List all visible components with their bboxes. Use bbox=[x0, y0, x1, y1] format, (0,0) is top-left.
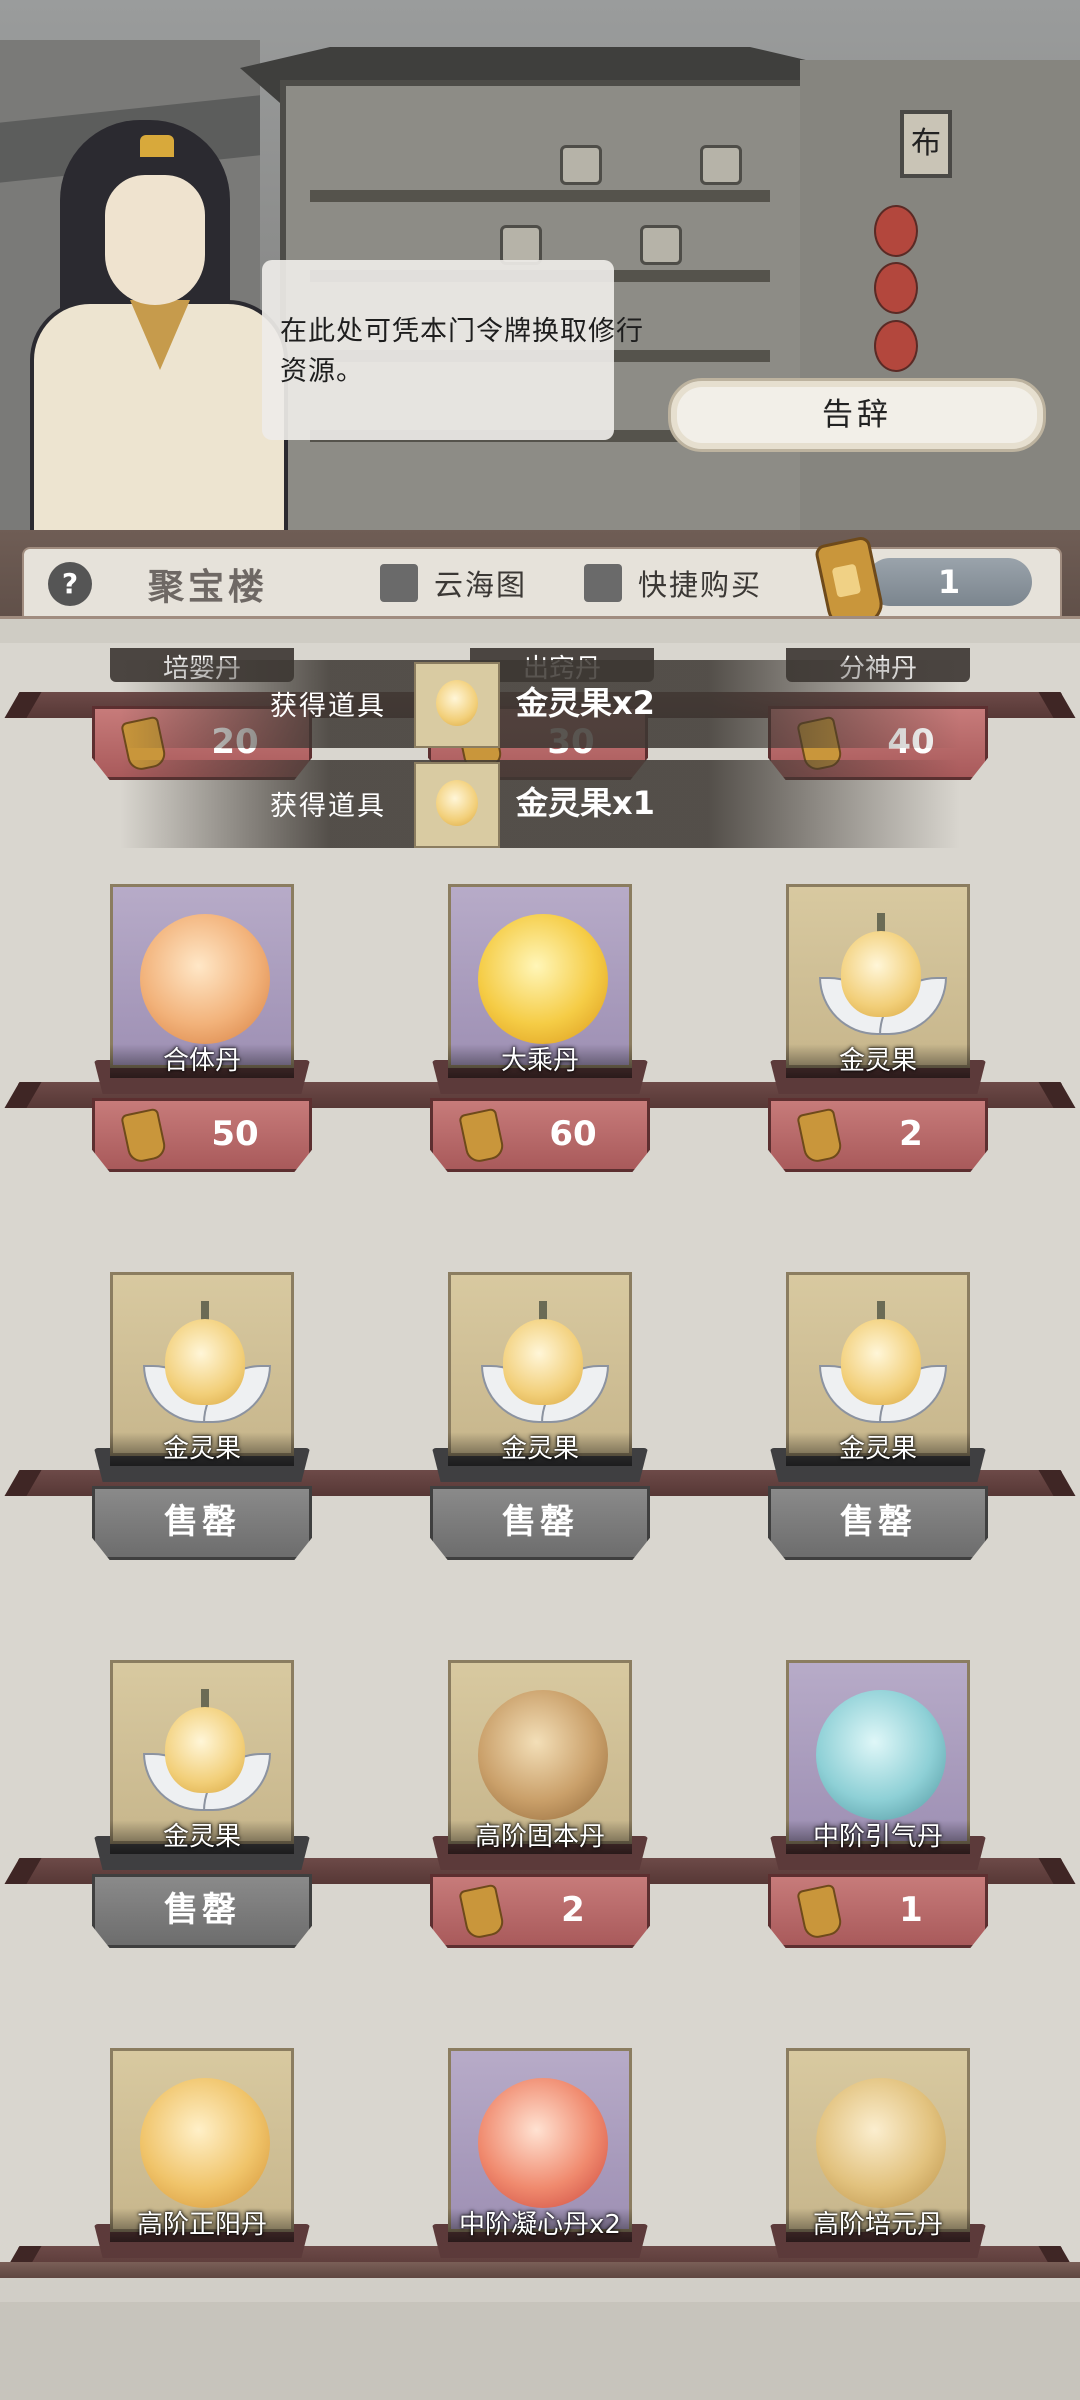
golden-fruit-icon bbox=[414, 762, 500, 848]
item-name: 金灵果 bbox=[786, 1432, 970, 1466]
item-card[interactable] bbox=[110, 884, 294, 1068]
question-icon[interactable]: ? bbox=[48, 562, 92, 606]
price-value: 60 bbox=[549, 1114, 597, 1154]
pill-orb-icon bbox=[140, 914, 270, 1044]
shop-item[interactable]: 金灵果 售罄 bbox=[430, 1272, 650, 1562]
toast-item: 金灵果x2 bbox=[516, 684, 655, 722]
item-name: 中阶引气丹 bbox=[786, 1820, 970, 1854]
item-name: 大乘丹 bbox=[448, 1044, 632, 1078]
item-card[interactable] bbox=[786, 1660, 970, 1844]
sold-out-badge: 售罄 bbox=[768, 1486, 988, 1560]
npc-character bbox=[10, 80, 288, 530]
toast-label: 获得道具 bbox=[270, 791, 386, 822]
token-icon bbox=[120, 1107, 168, 1165]
toast-item: 金灵果x1 bbox=[516, 784, 655, 822]
lantern-icon bbox=[874, 320, 918, 372]
leave-button[interactable]: 告辞 bbox=[668, 378, 1046, 452]
shelf-jar bbox=[700, 145, 742, 185]
bottom-frame bbox=[0, 2262, 1080, 2400]
sold-out-badge: 售罄 bbox=[92, 1486, 312, 1560]
sold-out-badge: 售罄 bbox=[430, 1486, 650, 1560]
shelf-jar bbox=[560, 145, 602, 185]
price-value: 2 bbox=[899, 1114, 923, 1154]
shop-scene: 布 在此处可凭本门令牌换取修行资源。 告辞 bbox=[0, 0, 1080, 530]
item-name: 高阶固本丹 bbox=[448, 1820, 632, 1854]
item-card[interactable] bbox=[786, 2048, 970, 2232]
dialog-text: 在此处可凭本门令牌换取修行资源。 bbox=[280, 316, 644, 387]
pill-orb-icon bbox=[816, 1690, 946, 1820]
pill-orb-icon bbox=[816, 2078, 946, 2208]
item-name: 高阶正阳丹 bbox=[110, 2208, 294, 2242]
shop-item[interactable]: 金灵果 售罄 bbox=[92, 1272, 312, 1562]
pill-orb-icon bbox=[478, 914, 608, 1044]
item-toast: 获得道具 金灵果x2 bbox=[120, 660, 960, 748]
price-button[interactable]: 50 bbox=[92, 1098, 312, 1172]
item-name: 合体丹 bbox=[110, 1044, 294, 1078]
token-icon bbox=[796, 1107, 844, 1165]
golden-fruit-icon bbox=[819, 1295, 947, 1435]
shop-item[interactable]: 金灵果 2 bbox=[768, 884, 988, 1174]
quick-buy-label[interactable]: 快捷购买 bbox=[638, 562, 762, 604]
toast-label: 获得道具 bbox=[270, 691, 386, 722]
item-name: 金灵果 bbox=[110, 1820, 294, 1854]
shop-item[interactable]: 大乘丹 60 bbox=[430, 884, 650, 1174]
token-icon bbox=[796, 1883, 844, 1941]
golden-fruit-icon bbox=[143, 1295, 271, 1435]
lantern-icon bbox=[874, 262, 918, 314]
golden-fruit-icon bbox=[414, 662, 500, 748]
price-button[interactable]: 2 bbox=[430, 1874, 650, 1948]
shop-sign: 布 bbox=[900, 110, 952, 178]
item-name: 金灵果 bbox=[786, 1044, 970, 1078]
item-name: 高阶培元丹 bbox=[786, 2208, 970, 2242]
golden-fruit-icon bbox=[481, 1295, 609, 1435]
price-button[interactable]: 2 bbox=[768, 1098, 988, 1172]
shop-item[interactable]: 中阶引气丹 1 bbox=[768, 1660, 988, 1950]
item-card[interactable] bbox=[448, 884, 632, 1068]
shop-item[interactable]: 金灵果 售罄 bbox=[768, 1272, 988, 1562]
token-count: 1 bbox=[866, 558, 1032, 606]
item-card[interactable] bbox=[110, 1660, 294, 1844]
lantern-icon bbox=[874, 205, 918, 257]
golden-fruit-icon bbox=[143, 1683, 271, 1823]
shop-item[interactable]: 金灵果 售罄 bbox=[92, 1660, 312, 1950]
shop-item[interactable]: 高阶固本丹 2 bbox=[430, 1660, 650, 1950]
item-toast: 获得道具 金灵果x1 bbox=[120, 760, 960, 848]
item-card[interactable] bbox=[786, 884, 970, 1068]
price-button[interactable]: 1 bbox=[768, 1874, 988, 1948]
item-card[interactable] bbox=[448, 2048, 632, 2232]
shelf-plank bbox=[310, 190, 770, 202]
item-name: 中阶凝心丹x2 bbox=[448, 2208, 632, 2242]
item-name: 金灵果 bbox=[110, 1432, 294, 1466]
price-value: 50 bbox=[211, 1114, 259, 1154]
pill-orb-icon bbox=[478, 1690, 608, 1820]
shelf-jar bbox=[500, 225, 542, 265]
golden-fruit-icon bbox=[819, 907, 947, 1047]
pill-orb-icon bbox=[140, 2078, 270, 2208]
sold-out-badge: 售罄 bbox=[92, 1874, 312, 1948]
quick-buy-checkbox[interactable] bbox=[584, 564, 622, 602]
token-icon bbox=[458, 1107, 506, 1165]
item-card[interactable] bbox=[448, 1272, 632, 1456]
item-name: 金灵果 bbox=[448, 1432, 632, 1466]
item-card[interactable] bbox=[110, 2048, 294, 2232]
price-button[interactable]: 60 bbox=[430, 1098, 650, 1172]
item-card[interactable] bbox=[110, 1272, 294, 1456]
pill-orb-icon bbox=[478, 2078, 608, 2208]
shop-item[interactable]: 合体丹 50 bbox=[92, 884, 312, 1174]
item-card[interactable] bbox=[786, 1272, 970, 1456]
cloud-map-checkbox[interactable] bbox=[380, 564, 418, 602]
token-icon bbox=[458, 1883, 506, 1941]
price-value: 2 bbox=[561, 1890, 585, 1930]
price-value: 1 bbox=[899, 1890, 923, 1930]
shelf-jar bbox=[640, 225, 682, 265]
shop-title: 聚宝楼 bbox=[148, 567, 269, 608]
header-bottom-edge bbox=[0, 616, 1080, 643]
item-card[interactable] bbox=[448, 1660, 632, 1844]
cloud-map-label[interactable]: 云海图 bbox=[434, 562, 527, 604]
